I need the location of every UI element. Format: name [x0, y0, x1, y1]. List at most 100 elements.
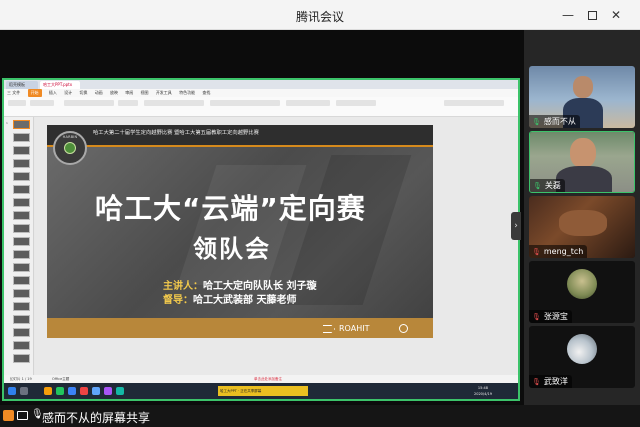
status-slide-count: 幻灯片 1 / 19 [10, 377, 32, 381]
menu-item-devtools[interactable]: 开发工具 [156, 89, 172, 97]
supervisor-line: 督导：哈工大武装部 天藤老师 [163, 295, 297, 306]
window-titlebar: 腾讯会议 — ✕ [0, 0, 640, 30]
participant-panel: 🎙 感而不从 🎙 关磊 🎙 meng_tch 🎙 张源宝 🎙 武致洋 [524, 30, 640, 405]
slide-subtitle: 领队会 [193, 235, 271, 263]
maximize-button[interactable] [582, 5, 602, 25]
slide-thumbnail[interactable] [13, 185, 30, 194]
app-tab-bar: 稻壳模板 哈工大PPT.pptx [4, 80, 518, 89]
ribbon-format-group[interactable] [144, 100, 204, 106]
ribbon-shape-group[interactable] [286, 100, 330, 106]
close-button[interactable]: ✕ [606, 5, 626, 25]
slide-thumbnail[interactable] [13, 302, 30, 311]
menu-item-start[interactable]: 开始 [27, 89, 42, 97]
slide-header-line: 哈工大第二十届学生定向越野比赛 暨哈工大第五届教职工定向越野比赛 [93, 130, 259, 136]
slide-thumbnail[interactable] [13, 211, 30, 220]
slide-thumbnail[interactable] [13, 341, 30, 350]
slide-thumbnail[interactable] [13, 120, 30, 129]
slide-title: 哈工大“云端”定向赛 [95, 192, 366, 225]
app-icon[interactable] [104, 387, 112, 395]
collapse-panel-button[interactable]: › [511, 212, 521, 240]
brand-target-icon [399, 324, 408, 333]
menu-item-design[interactable]: 设计 [64, 89, 72, 97]
slide-thumbnail[interactable] [13, 328, 30, 337]
minimize-button[interactable]: — [558, 5, 578, 25]
menu-item-file[interactable]: 三 文件 [7, 89, 20, 97]
menu-item-review[interactable]: 审阅 [125, 89, 133, 97]
speaker-line: 主讲人：哈工大定向队队长 刘子璇 [163, 281, 317, 292]
participant-tile-active[interactable]: 🎙 关磊 [529, 131, 635, 193]
share-status-chip[interactable]: 哈工大PPT · 正在共享屏幕 [218, 386, 308, 396]
app-status-bar: 幻灯片 1 / 19 Office主题 单击此处添加备注 [4, 375, 518, 383]
slide-thumbnail[interactable] [13, 263, 30, 272]
menu-item-animation[interactable]: 动画 [95, 89, 103, 97]
emblem-icon [64, 142, 76, 154]
slide[interactable]: HARBIN 哈工大第二十届学生定向越野比赛 暨哈工大第五届教职工定向越野比赛 … [47, 125, 433, 338]
university-logo: HARBIN [53, 131, 87, 165]
app-ribbon [4, 97, 518, 117]
menu-item-view[interactable]: 视图 [141, 89, 149, 97]
wechat-icon[interactable] [56, 387, 64, 395]
app-tab-pptx[interactable]: 哈工大PPT.pptx [40, 81, 80, 89]
ribbon-paragraph-group[interactable] [210, 100, 280, 106]
slide-thumbnail[interactable] [13, 172, 30, 181]
slide-thumbnail[interactable] [13, 354, 30, 363]
ribbon-font-select[interactable] [64, 100, 114, 106]
slide-thumbnail[interactable] [13, 133, 30, 142]
slide-thumbnail[interactable] [13, 276, 30, 285]
mic-muted-icon: 🎙 [532, 313, 541, 321]
menu-item-insert[interactable]: 插入 [49, 89, 57, 97]
participant-name-tag: 🎙 感而不从 [529, 115, 580, 128]
avatar [567, 334, 597, 364]
app-tab-docer[interactable]: 稻壳模板 [6, 81, 38, 89]
slide-thumbnail[interactable] [13, 237, 30, 246]
user-icon [3, 410, 14, 421]
slide-thumbnail[interactable] [13, 250, 30, 259]
mic-muted-icon: 🎙 [532, 378, 541, 386]
slide-thumbnail[interactable] [13, 289, 30, 298]
menu-item-features[interactable]: 特色功能 [179, 89, 195, 97]
meeting-icon[interactable] [92, 387, 100, 395]
participant-name-tag: 🎙 关磊 [530, 179, 565, 192]
menu-item-find[interactable]: 查找 [202, 89, 210, 97]
participant-tile[interactable]: 🎙 武致洋 [529, 326, 635, 388]
shared-screen[interactable]: 稻壳模板 哈工大PPT.pptx 三 文件 开始 插入 设计 切换 动画 放映 … [2, 78, 520, 401]
folder-icon[interactable] [44, 387, 52, 395]
screen-share-label: 感而不从的屏幕共享 [42, 411, 151, 425]
window-title: 腾讯会议 [295, 10, 344, 24]
participant-tile[interactable]: 🎙 张源宝 [529, 261, 635, 323]
mic-on-icon: 🎙 [532, 118, 541, 126]
taskbar-search-icon[interactable] [20, 387, 28, 395]
slide-thumbnail[interactable] [13, 315, 30, 324]
ribbon-search-box[interactable] [444, 100, 504, 106]
ribbon-fontsize-select[interactable] [118, 100, 138, 106]
mic-on-icon: 🎙 [533, 182, 542, 190]
slide-thumbnail[interactable] [13, 224, 30, 233]
app-menu-bar: 三 文件 开始 插入 设计 切换 动画 放映 审阅 视图 开发工具 特色功能 查… [4, 89, 518, 97]
slide-thumbnail[interactable] [13, 159, 30, 168]
status-theme: Office主题 [52, 377, 70, 381]
avatar [567, 269, 597, 299]
participant-name-tag: 🎙 meng_tch [529, 245, 588, 258]
screen-share-icon [17, 411, 28, 420]
wps-icon[interactable] [80, 387, 88, 395]
maximize-icon [587, 11, 597, 20]
screen-share-bar: 🎙 感而不从的屏幕共享 [0, 405, 640, 427]
slide-thumbnail-panel: 1 [4, 117, 34, 375]
slide-canvas: HARBIN 哈工大第二十届学生定向越野比赛 暨哈工大第五届教职工定向越野比赛 … [35, 117, 518, 375]
status-notes[interactable]: 单击此处添加备注 [254, 375, 282, 383]
ribbon-paste-button[interactable] [8, 100, 26, 106]
slide-thumbnail[interactable] [13, 198, 30, 207]
shared-screen-stage: 稻壳模板 哈工大PPT.pptx 三 文件 开始 插入 设计 切换 动画 放映 … [0, 30, 524, 405]
os-taskbar: 哈工大PPT · 正在共享屏幕 15:48 2020/4/19 [4, 383, 518, 399]
browser-icon[interactable] [68, 387, 76, 395]
ribbon-newslide-button[interactable] [30, 100, 54, 106]
app-icon[interactable] [116, 387, 124, 395]
menu-item-transition[interactable]: 切换 [79, 89, 87, 97]
participant-name-tag: 🎙 武致洋 [529, 375, 572, 388]
ribbon-arrange-group[interactable] [336, 100, 376, 106]
participant-tile[interactable]: 🎙 meng_tch [529, 196, 635, 258]
menu-item-slideshow[interactable]: 放映 [110, 89, 118, 97]
start-icon[interactable] [8, 387, 16, 395]
participant-tile[interactable]: 🎙 感而不从 [529, 66, 635, 128]
slide-thumbnail[interactable] [13, 146, 30, 155]
